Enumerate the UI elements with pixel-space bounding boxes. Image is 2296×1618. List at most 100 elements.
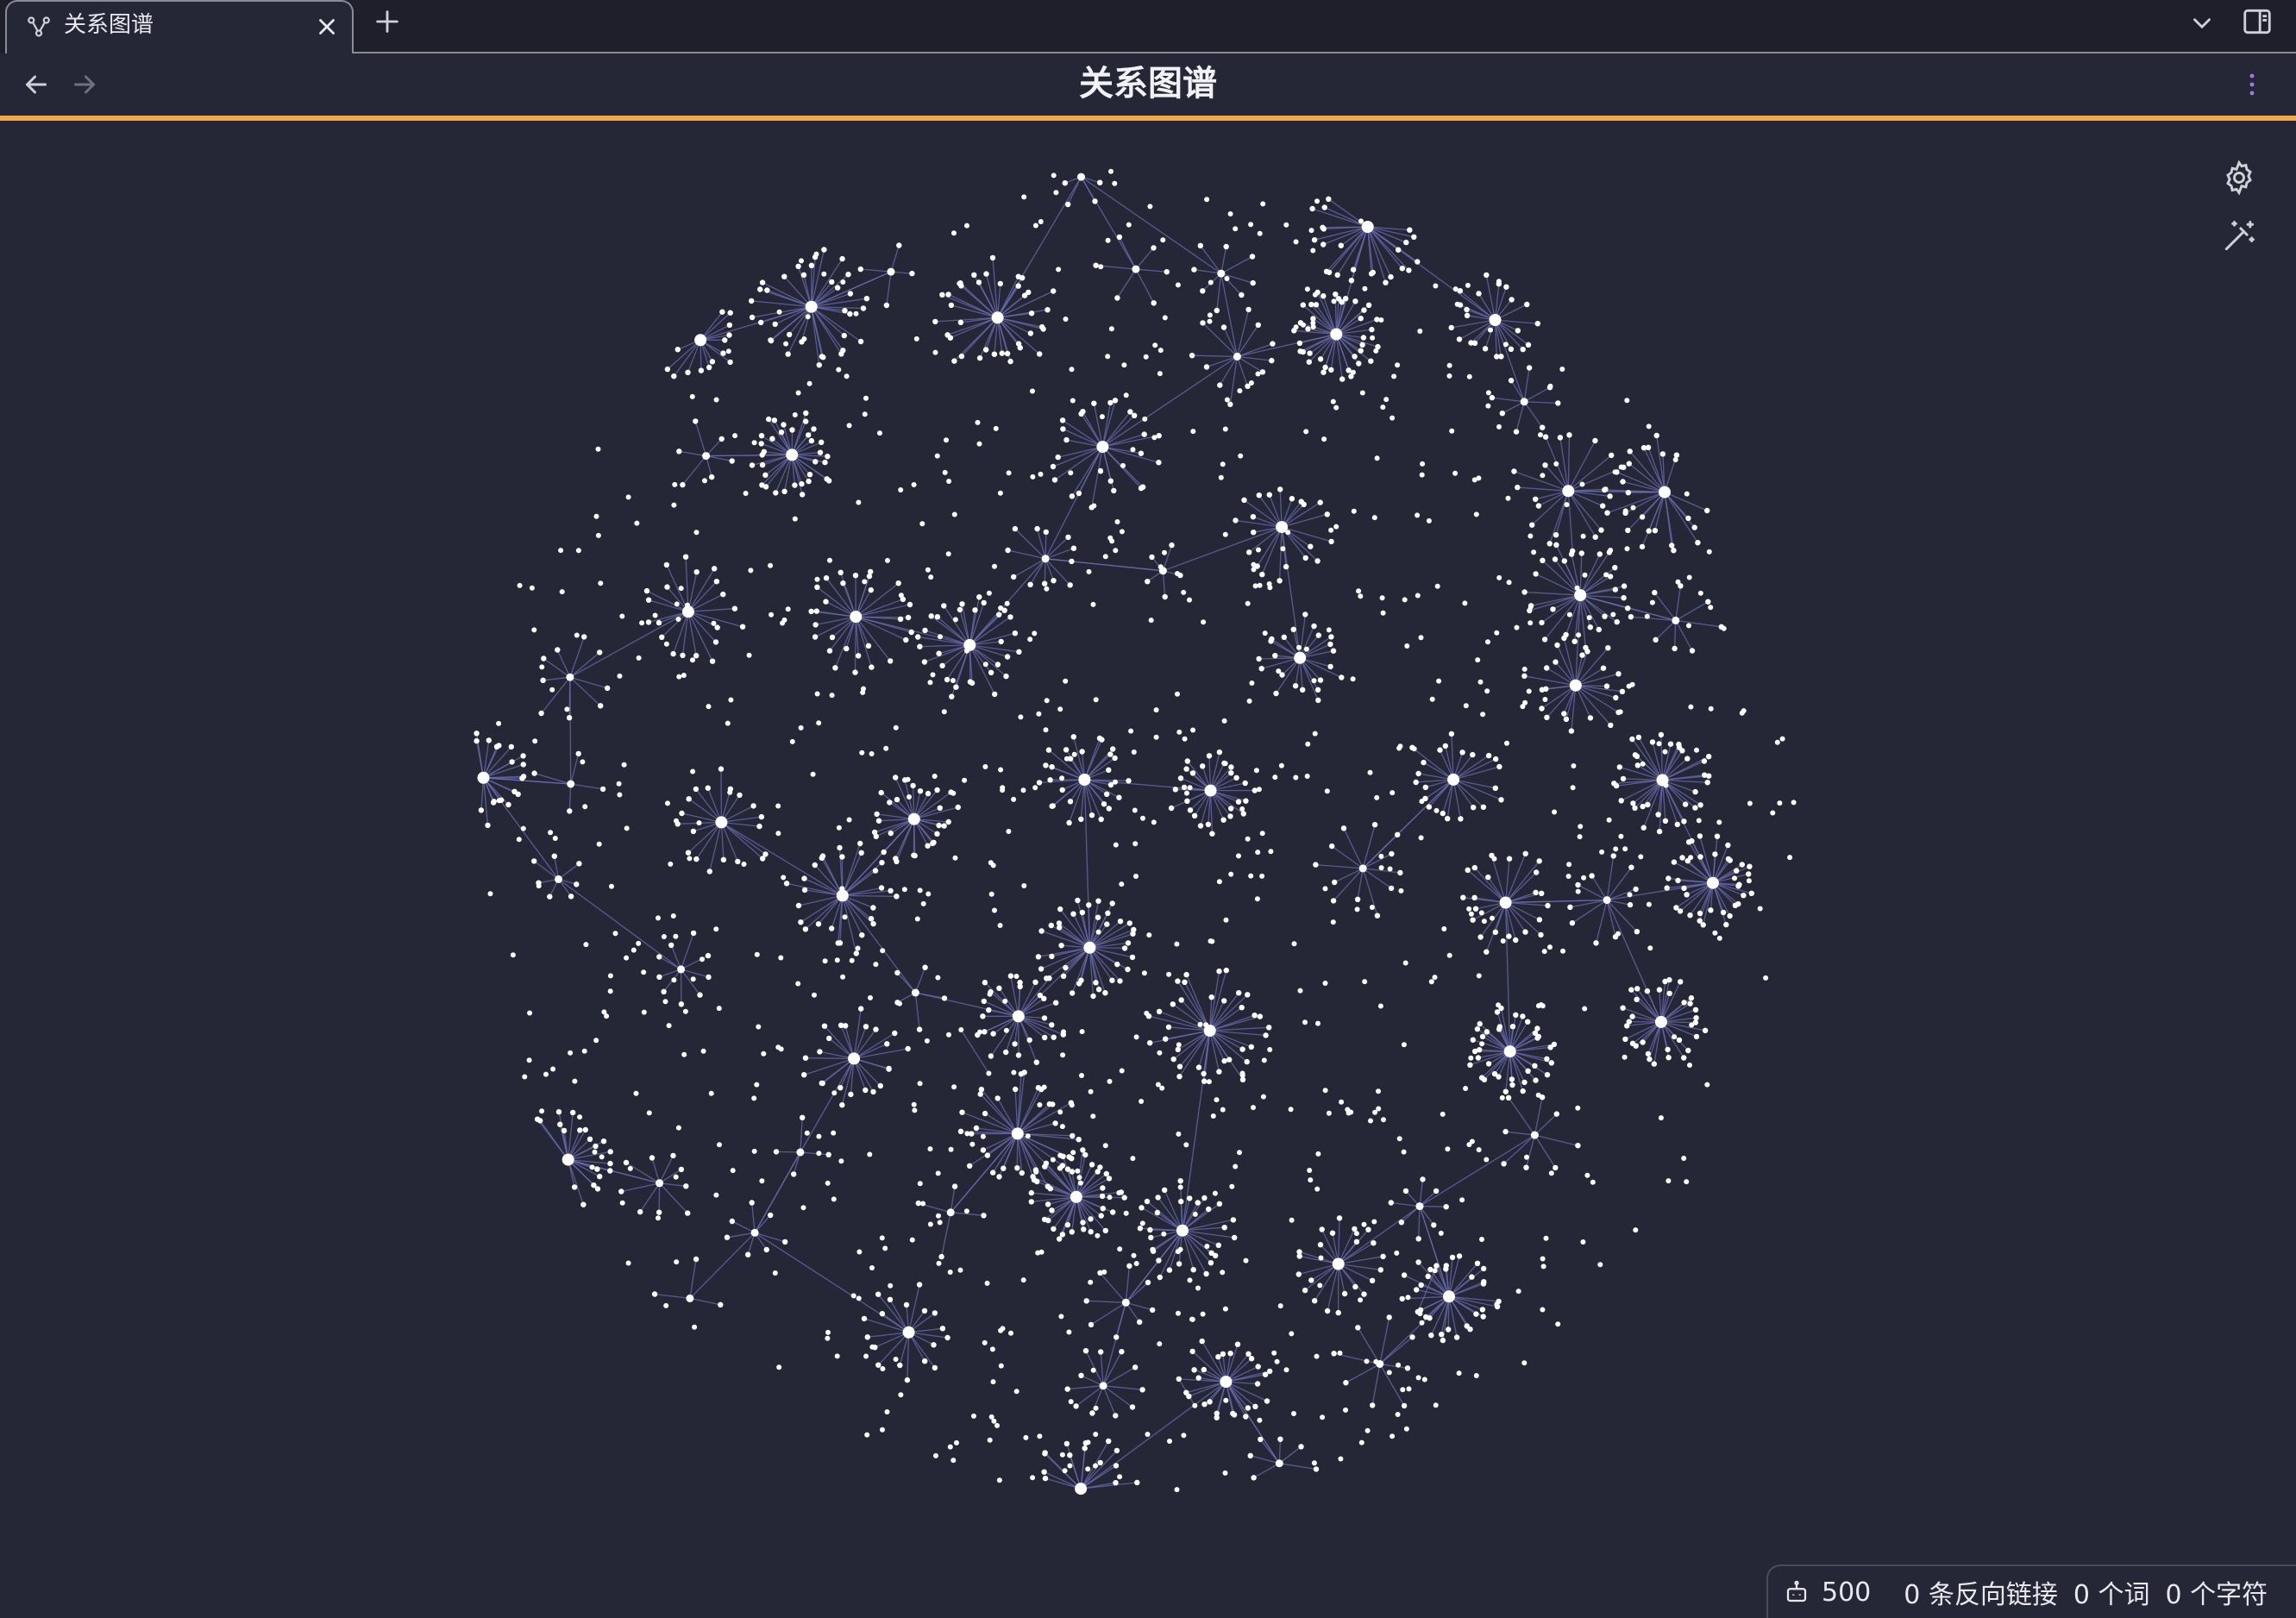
- graph-node: [1113, 1447, 1120, 1454]
- graph-node: [678, 1001, 685, 1007]
- graph-node: [894, 796, 900, 803]
- graph-edge: [1324, 206, 1368, 228]
- gear-icon[interactable]: [2220, 159, 2258, 197]
- graph-node: [567, 808, 573, 814]
- graph-hub-node: [1503, 1045, 1516, 1058]
- magic-wand-icon[interactable]: [2220, 217, 2258, 255]
- graph-edge: [1081, 176, 1222, 274]
- graph-node: [1482, 346, 1489, 352]
- graph-node: [1314, 558, 1321, 564]
- graph-node: [1313, 302, 1320, 308]
- graph-node: [1474, 1025, 1481, 1032]
- graph-hub-node: [1672, 616, 1680, 624]
- graph-node: [877, 1082, 883, 1089]
- graph-node: [1088, 1229, 1094, 1235]
- graph-node: [1200, 320, 1206, 326]
- more-vertical-icon[interactable]: [2237, 69, 2267, 100]
- graph-node: [681, 673, 687, 678]
- graph-node: [847, 291, 854, 297]
- graph-node: [1085, 1439, 1091, 1446]
- graph-node: [941, 603, 947, 609]
- graph-node: [1249, 680, 1255, 686]
- graph-node: [1041, 1469, 1047, 1475]
- graph-edge: [1209, 1030, 1266, 1037]
- graph-node: [1333, 524, 1339, 530]
- graph-node: [831, 1196, 837, 1202]
- graph-node: [1524, 1154, 1529, 1160]
- graph-hub-node: [686, 1294, 694, 1302]
- graph-node: [1613, 846, 1619, 852]
- graph-node: [1068, 470, 1074, 476]
- tab-graph-view[interactable]: 关系图谱: [5, 0, 354, 53]
- graph-edge: [1567, 490, 1597, 538]
- graph-node: [536, 883, 542, 889]
- graph-node: [1411, 746, 1417, 752]
- graph-network[interactable]: [0, 121, 2296, 1618]
- graph-node: [547, 894, 553, 900]
- status-backlinks[interactable]: 0 条反向链接: [1904, 1573, 2058, 1611]
- graph-node: [1242, 780, 1248, 787]
- graph-node: [749, 1200, 755, 1206]
- robot-icon[interactable]: [1784, 1579, 1810, 1605]
- graph-edge: [1101, 411, 1131, 448]
- graph-node: [1164, 269, 1170, 275]
- graph-node: [1132, 1364, 1139, 1370]
- graph-node: [781, 488, 787, 494]
- graph-node: [1224, 276, 1230, 281]
- graph-node: [1485, 403, 1491, 409]
- close-icon[interactable]: [314, 14, 340, 40]
- graph-node: [706, 869, 712, 875]
- graph-node: [1167, 1439, 1172, 1444]
- graph-node: [1119, 1349, 1125, 1355]
- graph-hub-node: [1330, 328, 1343, 341]
- graph-node: [1209, 831, 1215, 837]
- graph-node: [1376, 1088, 1381, 1094]
- graph-node: [1622, 1036, 1628, 1043]
- graph-node: [825, 1180, 831, 1186]
- graph-node: [887, 1296, 894, 1303]
- graph-node: [1481, 1076, 1488, 1083]
- graph-node: [825, 454, 831, 460]
- graph-node: [1506, 856, 1513, 862]
- graph-node: [893, 775, 899, 781]
- graph-node: [1547, 383, 1553, 389]
- graph-node: [1187, 597, 1192, 603]
- graph-node: [1443, 1266, 1449, 1272]
- graph-node: [850, 1293, 856, 1299]
- graph-node: [1076, 1175, 1082, 1181]
- graph-node: [1470, 1037, 1477, 1043]
- graph-node: [1222, 531, 1228, 537]
- graph-node: [768, 337, 774, 343]
- graph-edge: [997, 176, 1082, 318]
- graph-edge: [568, 1151, 611, 1161]
- graph-node: [1481, 919, 1487, 925]
- graph-node: [1787, 855, 1793, 861]
- graph-node: [1082, 1348, 1089, 1354]
- graph-node: [1189, 353, 1195, 359]
- sidebar-toggle-icon[interactable]: [2241, 5, 2274, 38]
- graph-hub-node: [1361, 221, 1374, 233]
- graph-node: [957, 280, 963, 286]
- graph-node: [1356, 588, 1362, 594]
- graph-node: [1693, 1033, 1700, 1040]
- graph-node: [1317, 1242, 1324, 1248]
- chevron-down-icon[interactable]: [2187, 9, 2217, 38]
- graph-node: [1117, 978, 1123, 984]
- graph-node: [724, 1234, 731, 1240]
- graph-node: [1548, 1170, 1554, 1176]
- graph-node: [1433, 1188, 1440, 1195]
- plus-icon[interactable]: [373, 7, 402, 36]
- graph-node: [1468, 1055, 1474, 1061]
- graph-node: [1302, 1019, 1308, 1025]
- graph-node: [522, 1074, 528, 1080]
- graph-node: [1195, 1375, 1201, 1381]
- graph-node: [927, 1146, 933, 1152]
- graph-node: [977, 1029, 982, 1035]
- graph-node: [696, 820, 702, 826]
- graph-node: [676, 448, 682, 455]
- graph-canvas[interactable]: [0, 121, 2296, 1618]
- graph-node: [1396, 1136, 1402, 1142]
- graph-node: [1327, 663, 1333, 670]
- graph-node: [775, 831, 781, 837]
- graph-node: [1685, 1047, 1691, 1054]
